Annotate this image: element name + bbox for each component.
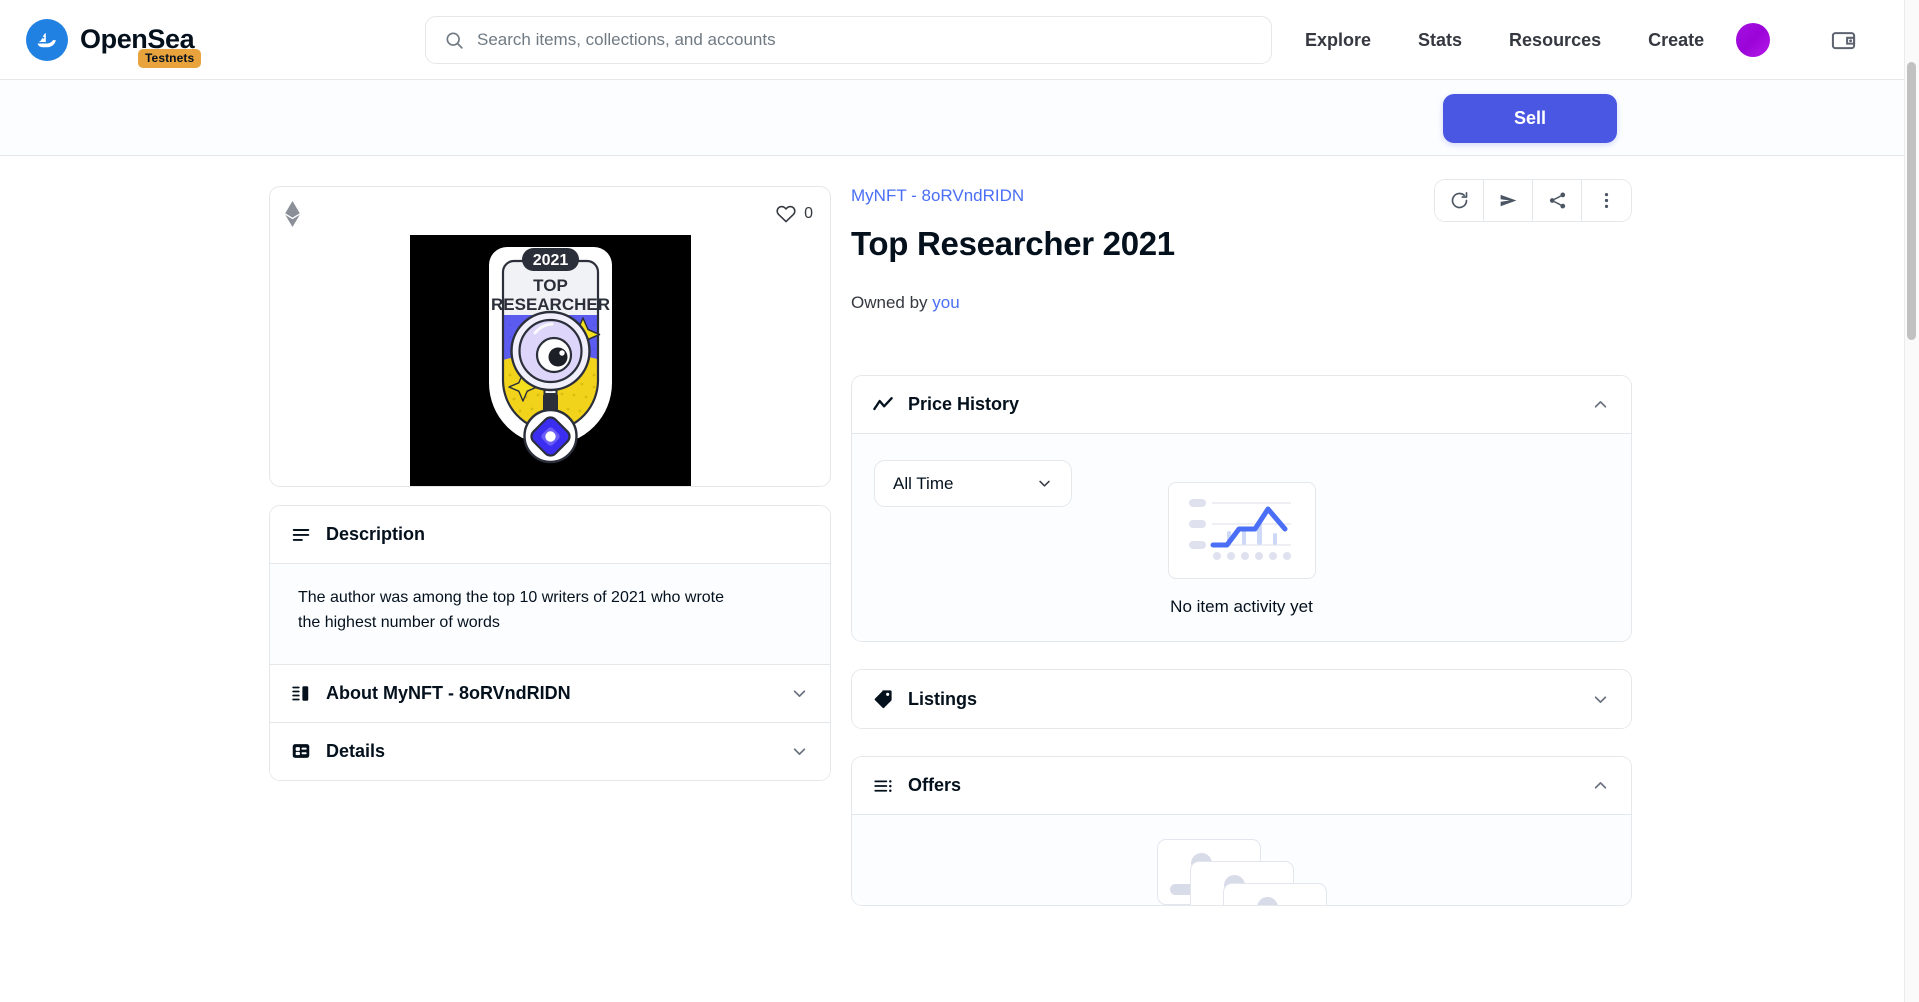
description-body: The author was among the top 10 writers … bbox=[270, 564, 830, 664]
search-box[interactable] bbox=[425, 16, 1272, 64]
listings-card: Listings bbox=[851, 669, 1632, 729]
offers-body bbox=[852, 815, 1631, 905]
svg-text:2021: 2021 bbox=[532, 252, 568, 269]
share-icon bbox=[1549, 192, 1565, 209]
details-title: Details bbox=[326, 740, 386, 761]
opensea-sailboat-icon bbox=[26, 18, 68, 61]
tag-icon bbox=[874, 690, 892, 709]
search-icon bbox=[446, 31, 463, 49]
top-navigation-bar: OpenSea Testnets Explore Stats Resources… bbox=[0, 0, 1904, 80]
page-scrollbar-thumb[interactable] bbox=[1907, 62, 1916, 340]
offers-title: Offers bbox=[908, 775, 962, 795]
chevron-down-icon bbox=[1594, 695, 1607, 703]
price-history-body: All Time No item activity yet bbox=[852, 434, 1631, 641]
testnets-badge: Testnets bbox=[138, 48, 202, 68]
item-actions-toolbar bbox=[1434, 179, 1632, 222]
chevron-up-icon bbox=[1594, 401, 1607, 408]
share-button[interactable] bbox=[1533, 180, 1582, 221]
nft-media-card: 0 2021 TOP RESEARCHER bbox=[269, 186, 831, 487]
nav-links: Explore Stats Resources Create bbox=[1305, 0, 1704, 80]
nav-link-resources[interactable]: Resources bbox=[1509, 30, 1601, 51]
more-options-icon bbox=[1604, 193, 1609, 208]
details-header[interactable]: Details bbox=[270, 721, 830, 780]
nft-artwork-image: 2021 TOP RESEARCHER bbox=[409, 235, 691, 486]
owner-row: Owned by you bbox=[851, 293, 1632, 313]
price-history-title: Price History bbox=[908, 394, 1020, 414]
owner-link[interactable]: you bbox=[932, 293, 959, 312]
refresh-metadata-button[interactable] bbox=[1435, 180, 1484, 221]
nav-right-group bbox=[1736, 0, 1889, 80]
price-history-header[interactable]: Price History bbox=[852, 376, 1631, 434]
description-text: The author was among the top 10 writers … bbox=[298, 589, 725, 631]
placeholder-card-front bbox=[1222, 883, 1327, 905]
collection-link[interactable]: MyNFT - 8oRVndRIDN bbox=[851, 186, 1024, 206]
offers-card: Offers bbox=[851, 756, 1632, 906]
offers-header[interactable]: Offers bbox=[852, 757, 1631, 815]
page-scrollbar[interactable] bbox=[1904, 0, 1919, 1002]
nft-artwork-container[interactable]: 2021 TOP RESEARCHER bbox=[270, 235, 830, 486]
price-history-empty-text: No item activity yet bbox=[1170, 597, 1313, 616]
nav-link-create[interactable]: Create bbox=[1648, 30, 1704, 51]
chain-badge bbox=[284, 201, 301, 227]
line-chart-placeholder-icon bbox=[1167, 482, 1316, 579]
media-card-header: 0 bbox=[270, 193, 830, 235]
description-lines-icon bbox=[292, 528, 310, 541]
item-info-card: Description The author was among the top… bbox=[269, 505, 831, 781]
list-icon bbox=[874, 779, 892, 792]
search-input[interactable] bbox=[477, 30, 1271, 50]
user-avatar[interactable] bbox=[1736, 23, 1770, 57]
favorite-count: 0 bbox=[804, 205, 813, 222]
left-column: 0 2021 TOP RESEARCHER Description The au… bbox=[269, 186, 831, 781]
item-title: Top Researcher 2021 bbox=[851, 225, 1175, 262]
stacked-cards-placeholder-icon bbox=[1156, 839, 1327, 905]
brand-logo-link[interactable]: OpenSea Testnets bbox=[26, 18, 202, 68]
more-options-button[interactable] bbox=[1582, 180, 1631, 221]
ethereum-icon bbox=[285, 201, 300, 227]
send-icon bbox=[1500, 194, 1516, 207]
right-column: MyNFT - 8oRVndRIDN Top Researcher 2021 O… bbox=[851, 179, 1632, 906]
wallet-button[interactable] bbox=[1815, 12, 1871, 68]
chevron-up-icon bbox=[1594, 782, 1607, 789]
opensea-item-page: OpenSea Testnets Explore Stats Resources… bbox=[0, 0, 1919, 1002]
price-history-empty-state: No item activity yet bbox=[852, 482, 1631, 617]
about-collection-header[interactable]: About MyNFT - 8oRVndRIDN bbox=[270, 663, 830, 722]
listings-header[interactable]: Listings bbox=[852, 670, 1631, 728]
refresh-icon bbox=[1451, 192, 1467, 209]
details-grid-icon bbox=[292, 744, 310, 758]
price-history-card: Price History All Time No item activity … bbox=[851, 375, 1632, 642]
search-container bbox=[425, 16, 1272, 64]
wallet-icon bbox=[1831, 31, 1855, 49]
listings-title: Listings bbox=[908, 688, 978, 709]
item-action-bar: Sell bbox=[0, 80, 1904, 156]
favorite-button[interactable]: 0 bbox=[775, 203, 813, 225]
transfer-button[interactable] bbox=[1484, 180, 1533, 221]
trending-chart-icon bbox=[873, 396, 893, 410]
heart-icon bbox=[776, 205, 796, 223]
nav-link-stats[interactable]: Stats bbox=[1418, 30, 1462, 51]
chevron-down-icon bbox=[793, 747, 806, 755]
svg-text:TOP: TOP bbox=[533, 276, 568, 295]
placeholder-avatar bbox=[1256, 897, 1278, 905]
sell-button[interactable]: Sell bbox=[1443, 94, 1617, 143]
about-collection-title: About MyNFT - 8oRVndRIDN bbox=[326, 682, 571, 703]
chevron-down-icon bbox=[793, 689, 806, 697]
description-title: Description bbox=[326, 524, 426, 544]
main-content: 0 2021 TOP RESEARCHER Description The au… bbox=[0, 156, 1904, 1002]
about-bars-icon bbox=[292, 686, 309, 701]
description-header[interactable]: Description bbox=[270, 506, 830, 564]
owned-by-label: Owned by bbox=[851, 293, 928, 312]
nav-link-explore[interactable]: Explore bbox=[1305, 30, 1371, 51]
